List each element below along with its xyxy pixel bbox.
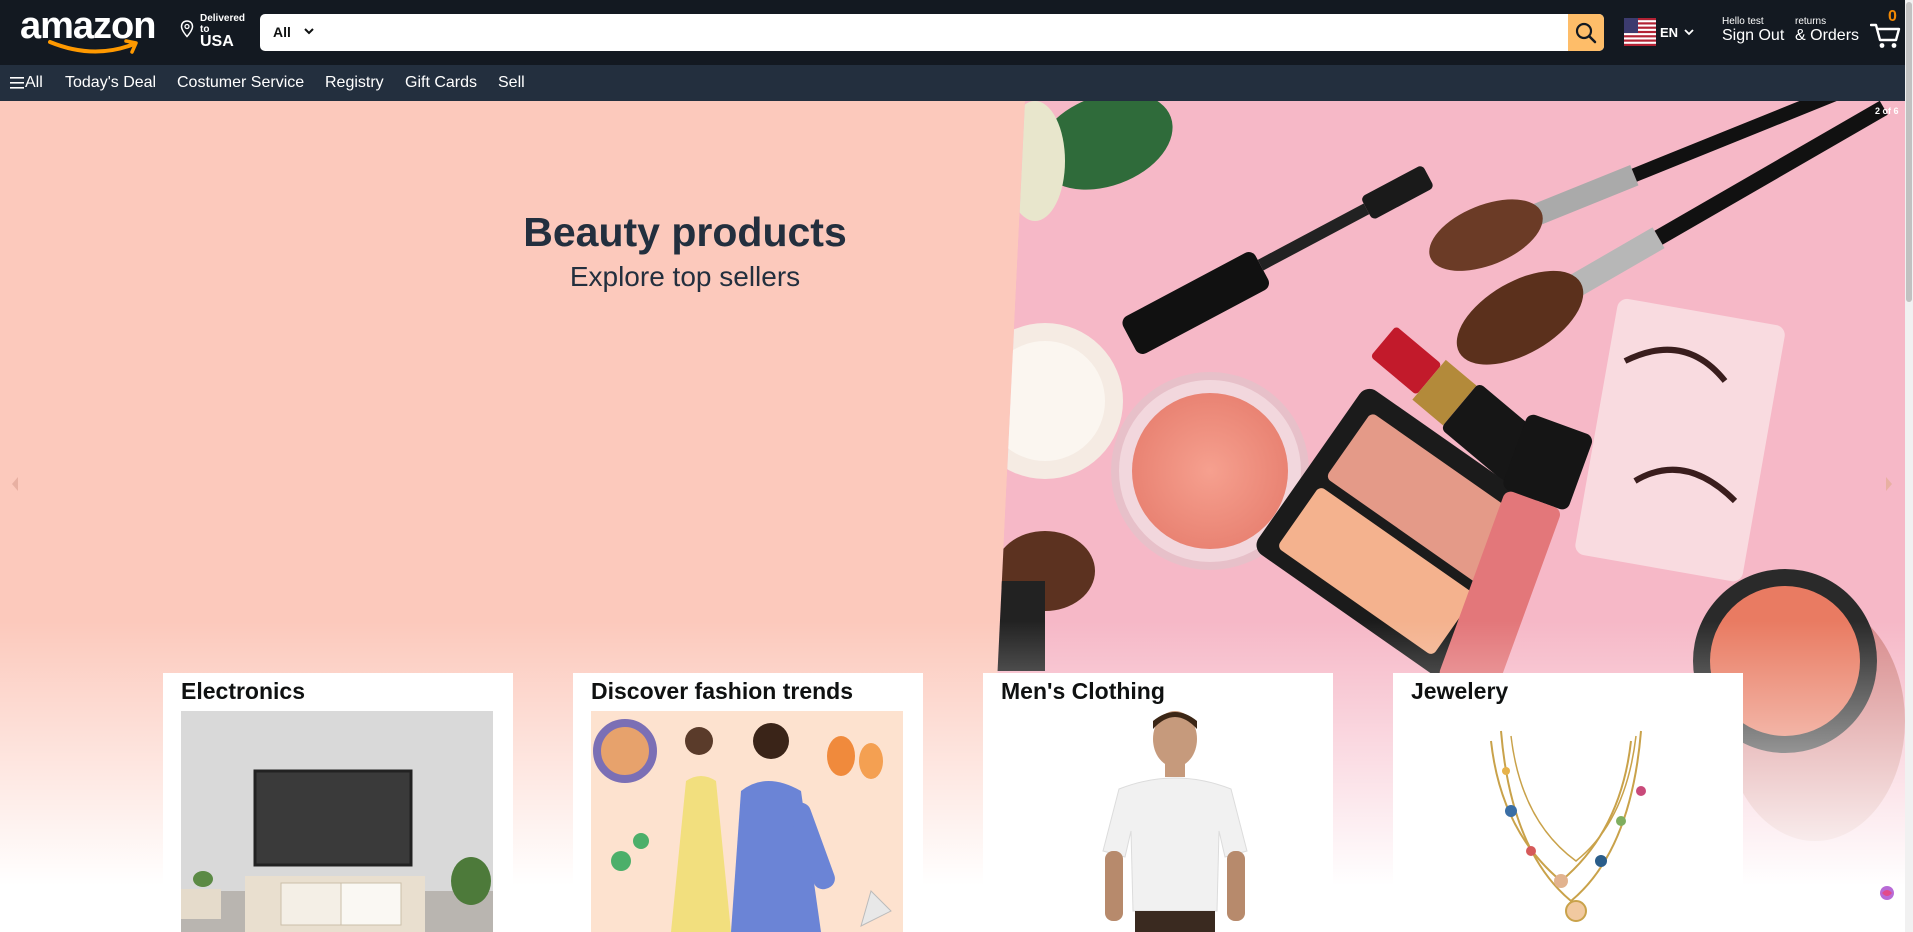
fashion-image <box>591 711 903 932</box>
search-bar: All <box>260 14 1604 51</box>
search-input[interactable] <box>322 14 1502 51</box>
category-card-fashion[interactable]: Discover fashion trends <box>573 673 923 932</box>
orders-label: & Orders <box>1795 27 1860 44</box>
category-card-jewelery[interactable]: Jewelery <box>1393 673 1743 932</box>
search-icon <box>1575 22 1597 44</box>
jewelery-image <box>1411 711 1723 932</box>
card-title: Discover fashion trends <box>591 678 854 704</box>
chevron-down-icon <box>304 28 314 35</box>
deliver-label: Delivered to <box>200 13 246 35</box>
arrow-left-icon[interactable] <box>10 476 20 492</box>
sign-out-link[interactable]: Sign Out <box>1722 27 1784 45</box>
nav-registry[interactable]: Registry <box>325 74 384 92</box>
nav-customer-service[interactable]: Costumer Service <box>177 74 304 92</box>
card-title: Men's Clothing <box>1001 678 1165 704</box>
card-title: Electronics <box>181 678 305 704</box>
arrow-right-icon[interactable] <box>1884 476 1894 492</box>
returns-orders[interactable]: returns & Orders <box>1795 16 1859 45</box>
scrollbar-thumb[interactable] <box>1906 2 1912 302</box>
top-header: amazon Delivered to USA All EN Hello tes… <box>0 0 1913 65</box>
carousel-counter: 2 of 6 <box>1875 106 1899 116</box>
search-category-select[interactable]: All <box>260 14 320 51</box>
nav-bar: All Today's Deal Costumer Service Regist… <box>0 65 1913 101</box>
search-category-label: All <box>273 24 291 40</box>
account-greeting: Hello test <box>1722 16 1764 27</box>
nav-todays-deal[interactable]: Today's Deal <box>65 74 156 92</box>
us-flag-icon <box>1624 18 1656 46</box>
nav-gift-cards[interactable]: Gift Cards <box>405 74 477 92</box>
cart-icon <box>1870 23 1901 48</box>
search-button[interactable] <box>1568 14 1604 51</box>
amazon-logo[interactable]: amazon <box>20 4 162 56</box>
location-pin-icon <box>180 20 194 38</box>
returns-label: returns <box>1795 16 1827 27</box>
language-selector[interactable]: EN <box>1624 17 1696 47</box>
account-menu[interactable]: Hello test Sign Out <box>1722 16 1784 45</box>
cart-button[interactable]: 0 <box>1870 8 1910 52</box>
hamburger-menu-icon[interactable] <box>10 77 24 89</box>
category-card-mens-clothing[interactable]: Men's Clothing <box>983 673 1333 932</box>
nav-sell[interactable]: Sell <box>498 74 525 92</box>
deliver-country: USA <box>200 33 234 50</box>
chevron-down-icon <box>1684 29 1694 36</box>
smile-arrow-icon <box>48 39 138 54</box>
language-code: EN <box>1660 25 1679 40</box>
hero-subtitle: Explore top sellers <box>569 261 801 292</box>
category-card-electronics[interactable]: Electronics <box>163 673 513 932</box>
page-scrollbar[interactable] <box>1905 0 1913 932</box>
extension-brain-icon[interactable] <box>1876 882 1898 904</box>
hero-title: Beauty products <box>523 209 847 255</box>
delivery-location[interactable]: Delivered to USA <box>180 12 255 52</box>
mens-clothing-image <box>1001 711 1313 932</box>
card-title: Jewelery <box>1411 678 1509 704</box>
electronics-image <box>181 711 493 932</box>
nav-all[interactable]: All <box>25 74 43 92</box>
